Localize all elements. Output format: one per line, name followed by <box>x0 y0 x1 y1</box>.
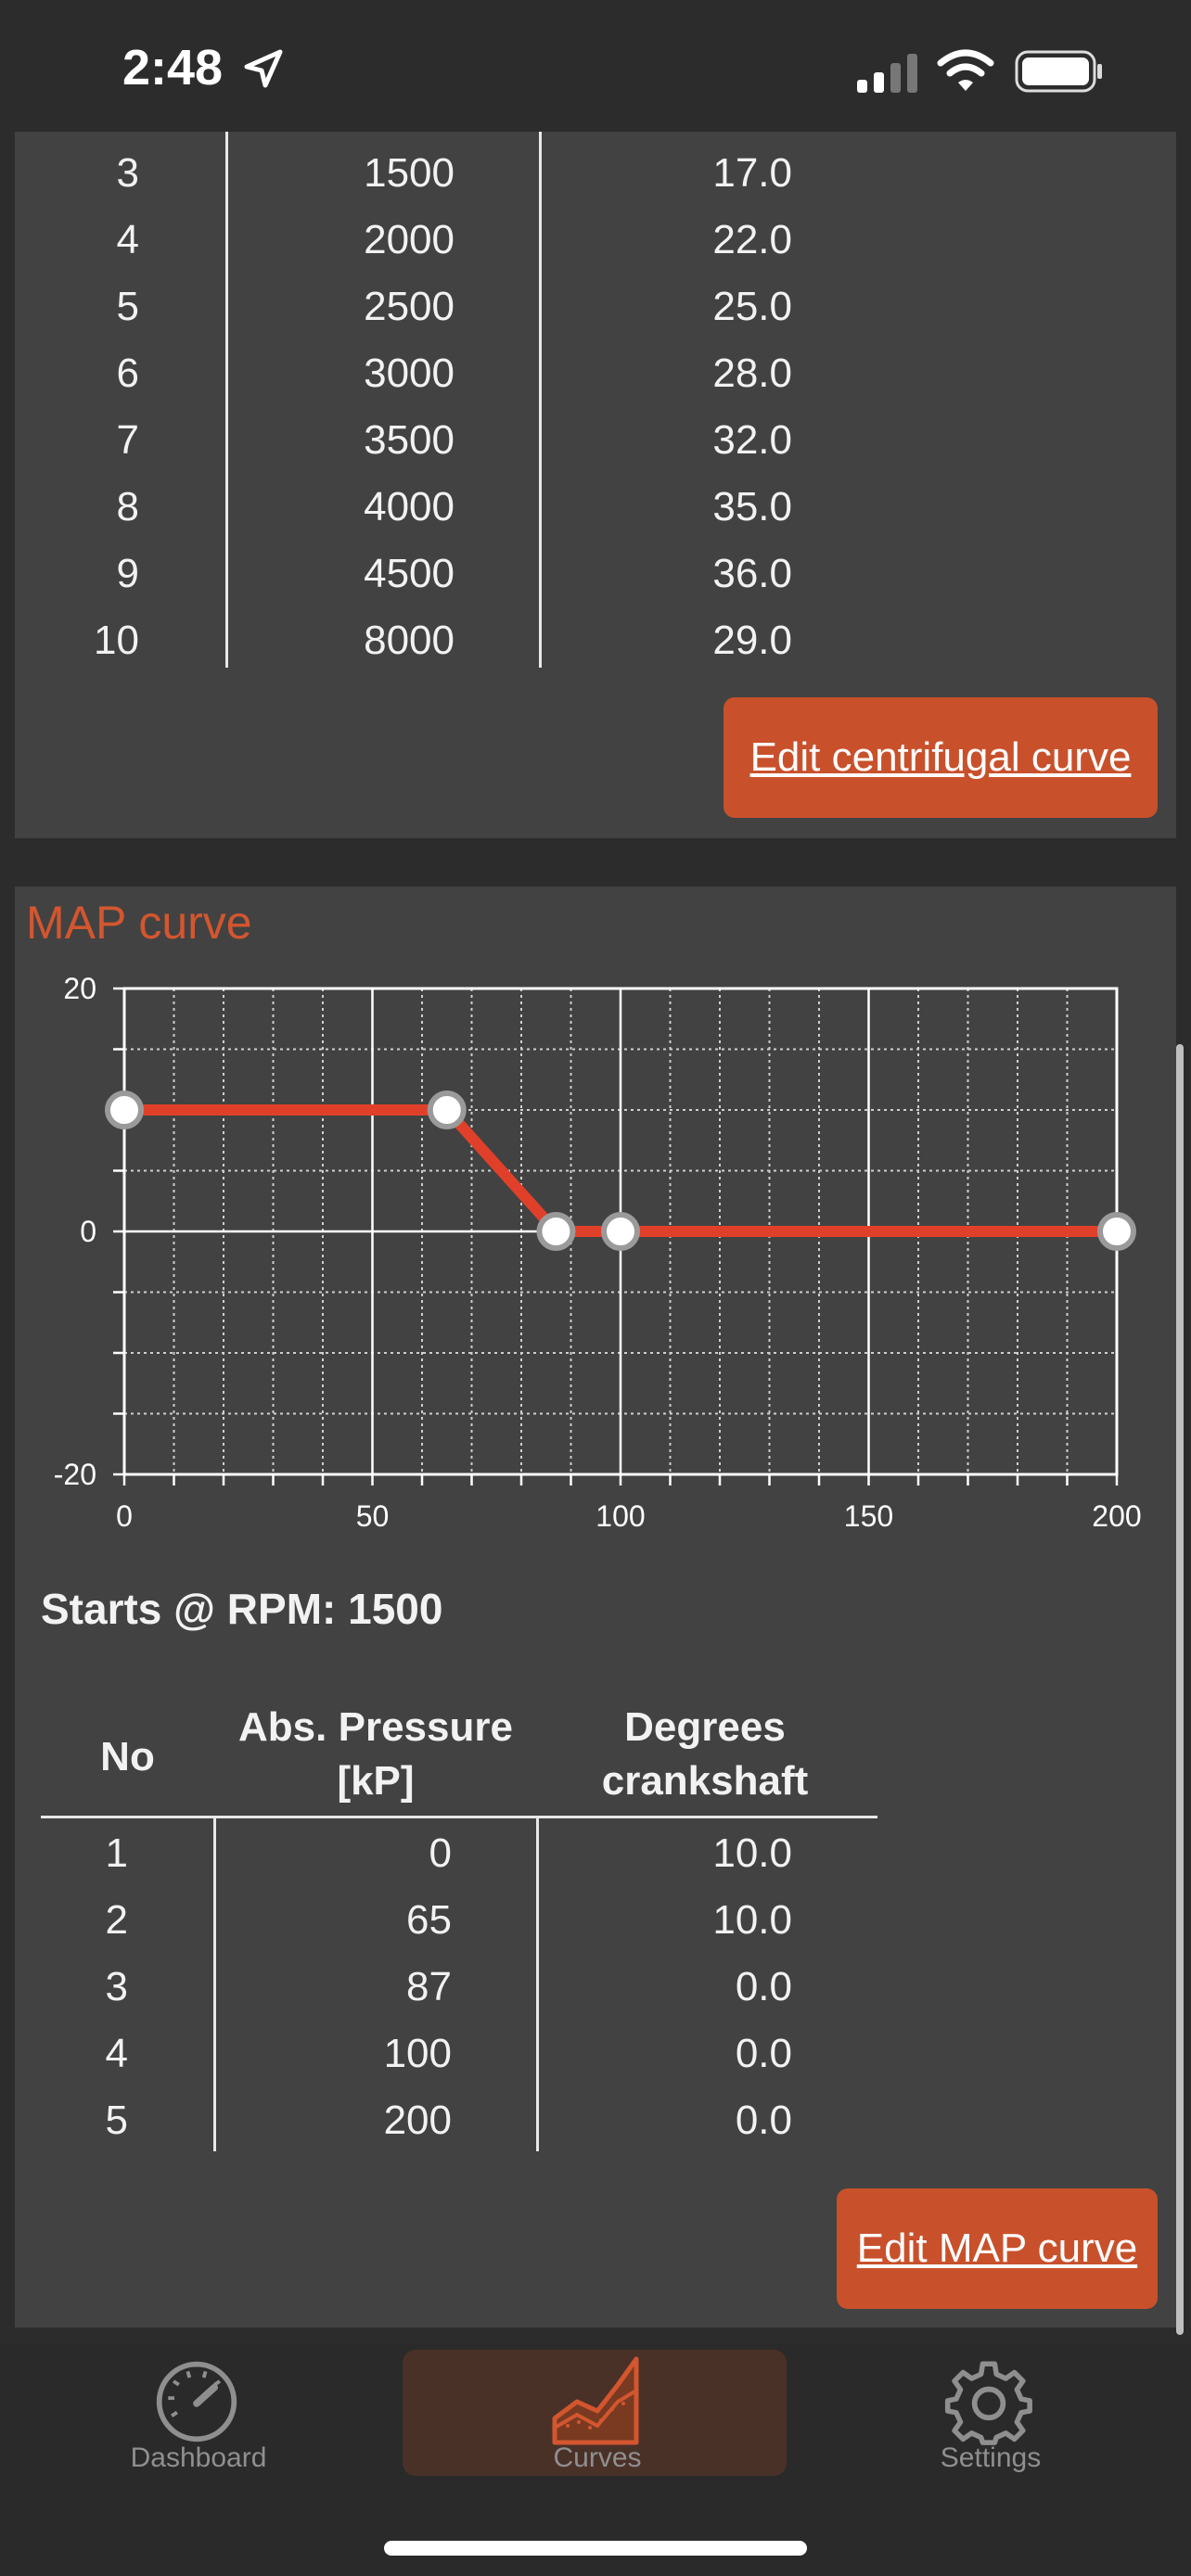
x-tick-label: 50 <box>356 1499 390 1533</box>
map-header-degrees: Degrees crankshaft <box>557 1701 853 1808</box>
data-point <box>1097 1212 1136 1251</box>
tab-curves-label: Curves <box>553 2442 642 2473</box>
cf-rpm: 2000 <box>364 217 455 262</box>
cf-no: 6 <box>116 351 139 396</box>
tab-curves[interactable]: Curves <box>403 2350 792 2476</box>
map-deg: 10.0 <box>712 1830 792 1876</box>
map-pressure: 65 <box>406 1897 452 1943</box>
speedometer-icon <box>156 2361 237 2442</box>
starts-at-rpm-value: 1500 <box>348 1585 443 1633</box>
cf-no: 4 <box>116 217 139 262</box>
cf-no: 3 <box>116 150 139 196</box>
map-header-pressure: Abs. Pressure [kP] <box>204 1701 547 1808</box>
map-header-divider <box>41 1816 877 1818</box>
cf-no: 5 <box>116 284 139 329</box>
x-tick-label: 100 <box>596 1499 645 1533</box>
cf-rpm: 1500 <box>364 150 455 196</box>
map-pressure: 100 <box>383 2031 452 2076</box>
edit-centrifugal-curve-button[interactable]: Edit centrifugal curve <box>724 697 1158 818</box>
cf-rpm: 3000 <box>364 351 455 396</box>
map-pressure: 87 <box>406 1964 452 2009</box>
cf-deg: 25.0 <box>712 284 792 329</box>
chart-area-icon <box>552 2356 639 2445</box>
map-no: 1 <box>105 1830 128 1876</box>
cf-rpm: 8000 <box>364 618 455 663</box>
cf-deg: 22.0 <box>712 217 792 262</box>
battery-icon <box>1015 50 1102 93</box>
cf-deg: 17.0 <box>712 150 792 196</box>
map-header-pressure-line2: [kP] <box>337 1758 415 1804</box>
tab-dashboard-label: Dashboard <box>130 2442 267 2473</box>
x-tick-label: 0 <box>116 1499 133 1533</box>
cf-no: 7 <box>116 417 139 463</box>
map-header-degrees-line1: Degrees <box>624 1704 786 1750</box>
centrifugal-divider-2 <box>539 132 542 668</box>
map-pressure: 200 <box>383 2098 452 2143</box>
x-tick-label: 200 <box>1092 1499 1141 1533</box>
map-no: 4 <box>105 2031 128 2076</box>
data-point <box>105 1090 144 1129</box>
x-tick-label: 150 <box>844 1499 893 1533</box>
data-point <box>536 1212 576 1251</box>
tab-settings[interactable]: Settings <box>801 2350 1191 2476</box>
map-header-degrees-line2: crankshaft <box>601 1758 809 1804</box>
cf-rpm: 3500 <box>364 417 455 463</box>
map-no: 5 <box>105 2098 128 2143</box>
data-point <box>601 1212 640 1251</box>
map-deg: 0.0 <box>735 2098 792 2143</box>
edit-map-curve-button[interactable]: Edit MAP curve <box>837 2188 1158 2309</box>
data-point <box>427 1090 467 1129</box>
home-indicator[interactable] <box>384 2541 807 2556</box>
map-header-no: No <box>100 1734 155 1779</box>
cf-no: 9 <box>116 551 139 596</box>
y-tick-label: 20 <box>63 972 96 1005</box>
map-curve-title: MAP curve <box>26 897 252 949</box>
cf-deg: 29.0 <box>712 618 792 663</box>
centrifugal-divider-1 <box>225 132 228 668</box>
cellular-signal-icon <box>857 54 917 93</box>
map-header-pressure-line1: Abs. Pressure <box>238 1704 513 1750</box>
status-bar: 2:48 <box>0 0 1191 132</box>
status-time: 2:48 <box>122 40 224 96</box>
y-tick-label: -20 <box>54 1458 96 1491</box>
cf-deg: 32.0 <box>712 417 792 463</box>
map-deg: 10.0 <box>712 1897 792 1943</box>
map-divider-2 <box>536 1817 539 2151</box>
starts-at-rpm-label: Starts @ RPM: <box>41 1585 337 1633</box>
cf-rpm: 4000 <box>364 484 455 529</box>
map-no: 2 <box>105 1897 128 1943</box>
map-no: 3 <box>105 1964 128 2009</box>
cf-no: 8 <box>116 484 139 529</box>
cf-deg: 28.0 <box>712 351 792 396</box>
scrollbar[interactable] <box>1176 1044 1184 2335</box>
starts-at-rpm: Starts @ RPM: 1500 <box>41 1584 442 1634</box>
cf-deg: 36.0 <box>712 551 792 596</box>
tab-dashboard[interactable]: Dashboard <box>0 2350 390 2476</box>
wifi-icon <box>937 49 994 91</box>
cf-rpm: 2500 <box>364 284 455 329</box>
y-tick-label: 0 <box>80 1215 96 1248</box>
cf-no: 10 <box>94 618 139 663</box>
gear-icon <box>944 2361 1032 2445</box>
map-deg: 0.0 <box>735 1964 792 2009</box>
map-pressure: 0 <box>429 1830 452 1876</box>
tab-settings-label: Settings <box>940 2442 1042 2473</box>
map-divider-1 <box>213 1817 216 2151</box>
location-arrow-icon <box>244 49 283 88</box>
cf-deg: 35.0 <box>712 484 792 529</box>
map-curve-chart: 0 50 100 150 200200-20 <box>54 972 1142 1533</box>
cf-rpm: 4500 <box>364 551 455 596</box>
map-deg: 0.0 <box>735 2031 792 2076</box>
